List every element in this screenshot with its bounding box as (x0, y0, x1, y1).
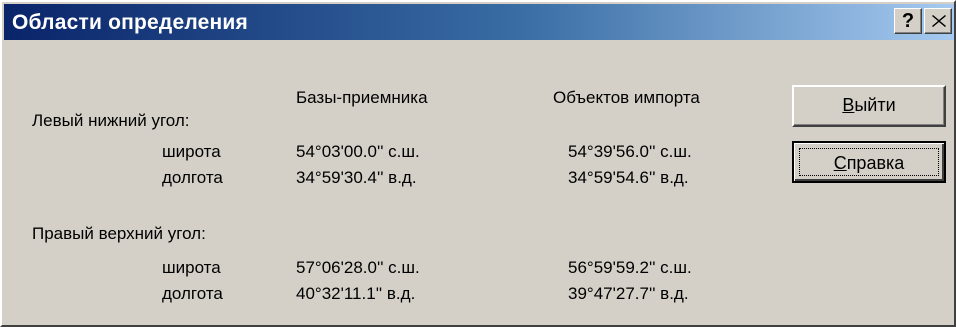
import-longitude-value: 39°47'27.7'' в.д. (568, 284, 689, 303)
base-longitude-value: 40°32'11.1'' в.д. (296, 284, 416, 303)
section-label-upper-right: Правый верхний угол: (32, 224, 206, 243)
help-button-accel: С (833, 153, 847, 173)
row-label-latitude: широта (162, 258, 221, 277)
help-title-button[interactable]: ? (894, 8, 922, 34)
dialog-window: Области определения ? Базы-приемника Объ… (0, 0, 956, 327)
base-latitude-value: 54°03'00.0'' с.ш. (296, 142, 420, 161)
close-title-button[interactable] (924, 8, 952, 34)
section-label-lower-left: Левый нижний угол: (32, 111, 190, 130)
import-longitude-value: 34°59'54.6'' в.д. (568, 168, 689, 187)
question-mark-icon: ? (901, 10, 915, 32)
exit-button[interactable]: Выйти (792, 85, 946, 127)
row-label-longitude: долгота (162, 168, 223, 187)
import-latitude-value: 54°39'56.0'' с.ш. (568, 142, 692, 161)
column-header-base: Базы-приемника (296, 88, 428, 107)
exit-button-label: ыйти (854, 95, 896, 115)
exit-button-accel: В (842, 95, 855, 115)
title-bar[interactable]: Области определения ? (4, 4, 954, 40)
row-label-longitude: долгота (162, 284, 223, 303)
column-header-import: Объектов импорта (553, 88, 700, 107)
help-button[interactable]: Справка (792, 141, 946, 183)
window-title: Области определения (12, 11, 248, 34)
base-latitude-value: 57°06'28.0'' с.ш. (296, 258, 420, 277)
base-longitude-value: 34°59'30.4'' в.д. (296, 168, 417, 187)
close-x-icon (932, 15, 946, 27)
import-latitude-value: 56°59'59.2'' с.ш. (568, 258, 692, 277)
help-button-label: правка (846, 153, 905, 173)
row-label-latitude: широта (162, 142, 221, 161)
focus-rectangle: Справка (799, 148, 939, 176)
